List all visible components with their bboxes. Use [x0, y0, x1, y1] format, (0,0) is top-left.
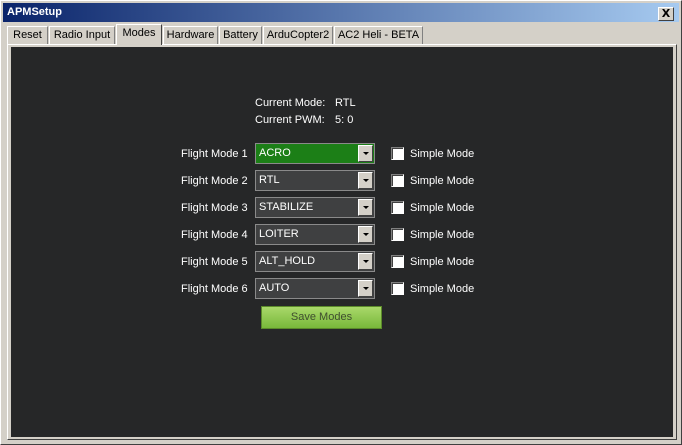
flight-mode-1-select[interactable]: ACRO	[255, 143, 375, 164]
flight-mode-5-select[interactable]: ALT_HOLD	[255, 251, 375, 272]
simple-mode-5-label: Simple Mode	[410, 256, 475, 268]
flight-mode-6-label: Flight Mode 6	[181, 283, 248, 295]
current-pwm-label: Current PWM:	[255, 114, 325, 126]
window-title: APMSetup	[7, 6, 62, 18]
chevron-down-icon[interactable]	[358, 253, 373, 270]
tab-radio-input[interactable]: Radio Input	[49, 26, 115, 44]
flight-mode-6-select[interactable]: AUTO	[255, 278, 375, 299]
simple-mode-1-checkbox[interactable]	[391, 147, 404, 160]
simple-mode-6-checkbox[interactable]	[391, 282, 404, 295]
simple-mode-2-checkbox[interactable]	[391, 174, 404, 187]
flight-mode-4-select[interactable]: LOITER	[255, 224, 375, 245]
title-bar: APMSetup X	[3, 3, 679, 22]
flight-mode-1-value: ACRO	[259, 147, 291, 159]
flight-mode-3-select[interactable]: STABILIZE	[255, 197, 375, 218]
flight-mode-2-value: RTL	[259, 174, 280, 186]
save-modes-button[interactable]: Save Modes	[261, 306, 382, 329]
simple-mode-1-label: Simple Mode	[410, 148, 475, 160]
flight-mode-3-label: Flight Mode 3	[181, 202, 248, 214]
flight-mode-1-label: Flight Mode 1	[181, 148, 248, 160]
tab-reset[interactable]: Reset	[7, 26, 48, 44]
simple-mode-2-label: Simple Mode	[410, 175, 475, 187]
tab-modes[interactable]: Modes	[116, 24, 162, 45]
simple-mode-4-label: Simple Mode	[410, 229, 475, 241]
chevron-down-icon[interactable]	[358, 145, 373, 162]
tab-ac2-heli-beta[interactable]: AC2 Heli - BETA	[334, 26, 423, 44]
flight-mode-2-label: Flight Mode 2	[181, 175, 248, 187]
tab-hardware[interactable]: Hardware	[163, 26, 218, 44]
current-mode-value: RTL	[335, 97, 356, 109]
app-window: APMSetup X Reset Radio Input Modes Hardw…	[0, 0, 682, 445]
flight-mode-4-value: LOITER	[259, 228, 299, 240]
chevron-down-icon[interactable]	[358, 199, 373, 216]
simple-mode-4-checkbox[interactable]	[391, 228, 404, 241]
flight-mode-6-value: AUTO	[259, 282, 290, 294]
current-pwm-value: 5: 0	[335, 114, 354, 126]
simple-mode-3-label: Simple Mode	[410, 202, 475, 214]
tab-arducopter2[interactable]: ArduCopter2	[263, 26, 333, 44]
simple-mode-3-checkbox[interactable]	[391, 201, 404, 214]
flight-mode-5-label: Flight Mode 5	[181, 256, 248, 268]
modes-tab-panel: Current Mode: RTL Current PWM: 5: 0 Flig…	[7, 44, 677, 440]
modes-panel: Current Mode: RTL Current PWM: 5: 0 Flig…	[11, 47, 673, 437]
simple-mode-5-checkbox[interactable]	[391, 255, 404, 268]
chevron-down-icon[interactable]	[358, 226, 373, 243]
chevron-down-icon[interactable]	[358, 280, 373, 297]
flight-mode-4-label: Flight Mode 4	[181, 229, 248, 241]
close-icon: X	[661, 7, 671, 20]
flight-mode-5-value: ALT_HOLD	[259, 255, 316, 267]
chevron-down-icon[interactable]	[358, 172, 373, 189]
simple-mode-6-label: Simple Mode	[410, 283, 475, 295]
tab-battery[interactable]: Battery	[219, 26, 262, 44]
flight-mode-3-value: STABILIZE	[259, 201, 314, 213]
current-mode-label: Current Mode:	[255, 97, 326, 109]
flight-mode-2-select[interactable]: RTL	[255, 170, 375, 191]
close-button[interactable]: X	[658, 7, 674, 21]
